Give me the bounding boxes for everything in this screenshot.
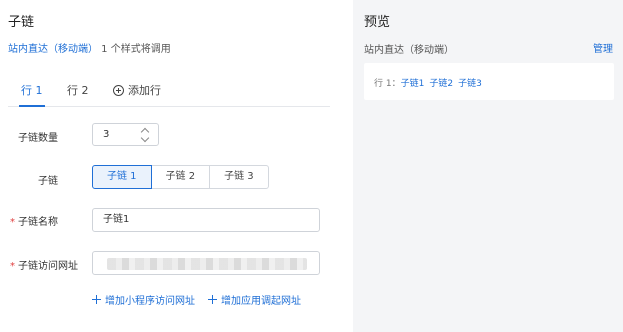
plus-icon (208, 295, 217, 304)
preview-row: 行 1：子链1 子链2 子链3 (374, 76, 487, 89)
usage-note: 站内直达（移动端） 1 个样式将调用 (8, 40, 171, 55)
required-mark: * (10, 217, 15, 228)
sublink-option-1[interactable]: 子链 1 (92, 165, 152, 189)
add-miniprogram-url-button[interactable]: 增加小程序访问网址 (92, 292, 195, 307)
add-app-invoke-url-button[interactable]: 增加应用调起网址 (208, 292, 301, 307)
blurred-url-value (107, 258, 307, 270)
name-label-text: 子链名称 (18, 217, 58, 228)
preview-panel: 预览 站内直达（移动端） 管理 行 1：子链1 子链2 子链3 (353, 0, 623, 332)
manage-link[interactable]: 管理 (593, 40, 613, 55)
preview-row-prefix: 行 1： (374, 79, 401, 89)
tab-row-1[interactable]: 行 1 (19, 82, 44, 107)
usage-suffix: 1 个样式将调用 (98, 44, 171, 55)
required-mark: * (10, 261, 15, 272)
sublink-label: 子链 (38, 176, 58, 187)
preview-link-1[interactable]: 子链1 (401, 79, 425, 89)
preview-link-3[interactable]: 子链3 (458, 79, 482, 89)
preview-subtitle: 站内直达（移动端） (364, 45, 454, 56)
url-input[interactable] (92, 251, 320, 275)
count-stepper[interactable]: 3 (92, 123, 159, 146)
tab-row-2[interactable]: 行 2 (67, 82, 89, 98)
sublink-option-3[interactable]: 子链 3 (209, 165, 269, 189)
preview-title: 预览 (364, 15, 391, 30)
count-label: 子链数量 (18, 133, 58, 144)
row-tabs: 行 1 行 2 添加行 (8, 76, 330, 107)
add-miniprogram-url-label: 增加小程序访问网址 (105, 296, 195, 307)
plus-icon (92, 295, 101, 304)
url-label: * 子链访问网址 (10, 257, 78, 272)
name-input[interactable]: 子链1 (92, 208, 320, 232)
add-row-button[interactable]: 添加行 (113, 82, 161, 98)
preview-card: 行 1：子链1 子链2 子链3 (364, 63, 614, 100)
url-label-text: 子链访问网址 (18, 261, 78, 272)
panel-title: 子链 (8, 15, 35, 30)
usage-link[interactable]: 站内直达（移动端） (8, 44, 98, 55)
sublink-option-2[interactable]: 子链 2 (150, 165, 211, 189)
add-app-invoke-url-label: 增加应用调起网址 (221, 296, 301, 307)
count-value: 3 (103, 129, 110, 140)
chevron-down-icon[interactable] (140, 136, 150, 144)
plus-circle-icon (113, 84, 124, 96)
add-row-label: 添加行 (128, 84, 161, 97)
preview-link-2[interactable]: 子链2 (429, 79, 453, 89)
name-label: * 子链名称 (10, 213, 58, 228)
config-panel: 子链 站内直达（移动端） 1 个样式将调用 行 1 行 2 添加行 子链数量 3… (0, 0, 340, 332)
sublink-selector: 子链 1 子链 2 子链 3 (92, 165, 269, 189)
add-url-links: 增加小程序访问网址 增加应用调起网址 (92, 292, 301, 307)
